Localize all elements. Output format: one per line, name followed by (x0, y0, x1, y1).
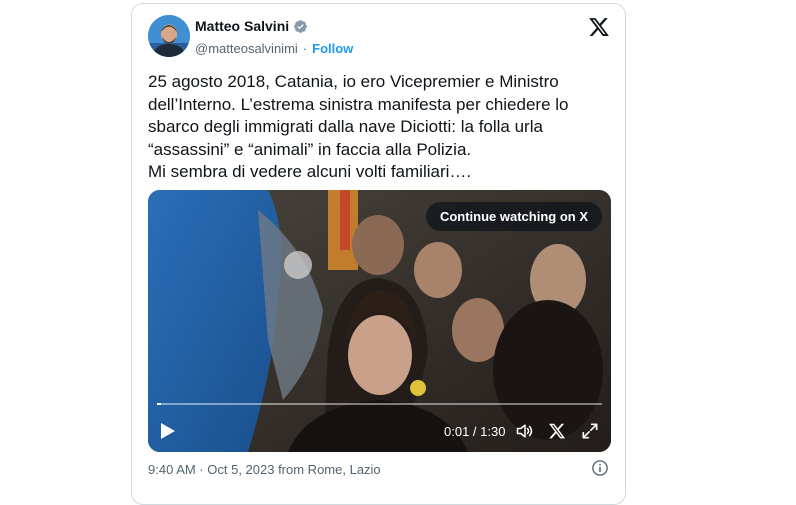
tweet-line: 25 agosto 2018, Catania, io ero Viceprem… (148, 72, 559, 91)
handle-row: @matteosalvinimi · Follow (195, 41, 353, 56)
author-name-row[interactable]: Matteo Salvini (195, 18, 308, 34)
verified-badge-icon (294, 19, 308, 33)
tweet-line: dell’Interno. L’estrema sinistra manifes… (148, 94, 569, 114)
follow-button[interactable]: Follow (312, 41, 353, 56)
x-logo-icon[interactable] (548, 422, 566, 440)
video-progress-fill (157, 403, 162, 405)
author-name[interactable]: Matteo Salvini (195, 18, 289, 34)
tweet-line: “assassini” e “animali” in faccia alla P… (148, 139, 472, 159)
video-player[interactable]: Continue watching on X 0:01 / 1:30 (148, 190, 611, 452)
video-time: 0:01 / 1:30 (444, 424, 506, 439)
play-icon[interactable] (160, 422, 176, 440)
tweet-line: Mi sembra di vedere alcuni volti familia… (148, 162, 472, 181)
info-icon[interactable] (591, 459, 609, 477)
continue-watching-button[interactable]: Continue watching on X (425, 202, 602, 231)
tweet-line: sbarco degli immigrati dalla nave Diciot… (148, 117, 543, 136)
volume-icon[interactable] (515, 421, 535, 441)
x-logo-icon[interactable] (588, 16, 610, 38)
avatar[interactable] (148, 15, 190, 57)
tweet-card: Matteo Salvini @matteosalvinimi · Follow… (131, 3, 626, 505)
video-progress-bar[interactable] (157, 403, 602, 405)
tweet-timestamp[interactable]: 9:40 AM · Oct 5, 2023 from Rome, Lazio (148, 462, 381, 477)
author-handle[interactable]: @matteosalvinimi (195, 41, 298, 56)
fullscreen-icon[interactable] (580, 421, 600, 441)
tweet-text: 25 agosto 2018, Catania, io ero Viceprem… (148, 71, 618, 184)
separator-dot: · (302, 41, 308, 56)
